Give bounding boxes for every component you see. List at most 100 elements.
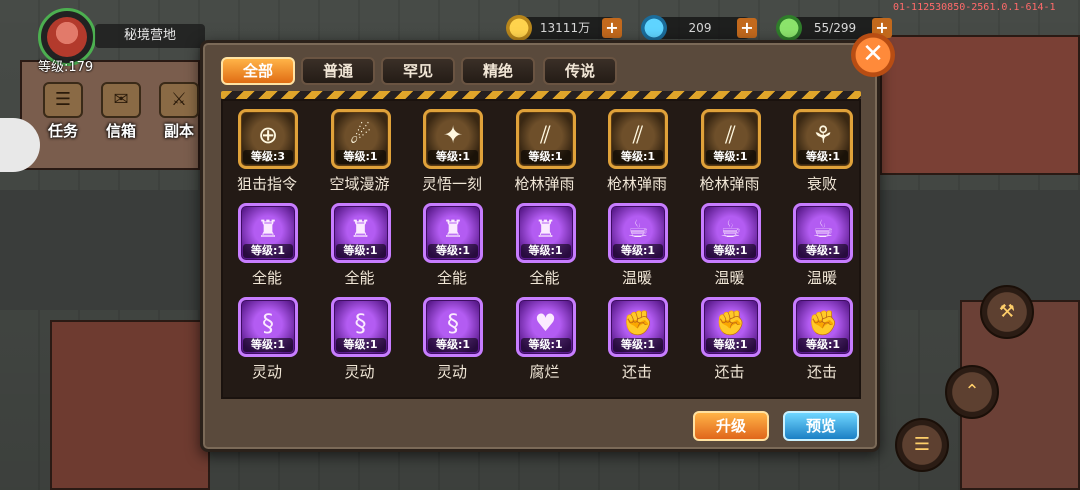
skill-cell[interactable]: ♜ 等级:1 全能 xyxy=(503,195,587,287)
skill-grid: ⊕ 等级:3 狙击指令 ☄ 等级:1 空域漫游 ✦ 等级:1 灵悟一刻 ⫽ 等级:1 枪林弹雨 ⫽ 等级:… xyxy=(221,99,861,399)
skill-cell[interactable]: ⫽ 等级:1 枪林弹雨 xyxy=(595,101,679,193)
chevron-up-icon: ⌃ xyxy=(964,381,980,402)
skill-cell[interactable]: ♜ 等级:1 全能 xyxy=(225,195,309,287)
skill-name: 灵动 xyxy=(251,363,282,381)
skill-icon-frame: ✊ 等级:1 xyxy=(793,297,853,357)
gold-counter: 13111万 + xyxy=(506,15,622,41)
skill-cell[interactable]: § 等级:1 灵动 xyxy=(318,289,402,381)
skill-cell[interactable]: ♜ 等级:1 全能 xyxy=(318,195,402,287)
skill-name: 温暖 xyxy=(806,269,837,287)
skill-cell[interactable]: ⊕ 等级:3 狙击指令 xyxy=(225,101,309,193)
building xyxy=(50,320,210,490)
skill-cell[interactable]: ♜ 等级:1 全能 xyxy=(410,195,494,287)
skill-cell[interactable]: ✊ 等级:1 还击 xyxy=(688,289,772,381)
skill-cell[interactable]: ☕ 等级:1 温暖 xyxy=(688,195,772,287)
skill-cell[interactable]: ♥ 等级:1 腐烂 xyxy=(503,289,587,381)
wind-swirl-icon: § xyxy=(447,309,459,337)
main-menu-button[interactable]: ☰ xyxy=(895,418,949,472)
skill-name: 枪林弹雨 xyxy=(606,175,667,193)
skill-level: 等级:1 xyxy=(613,150,663,164)
skill-cell[interactable]: ✊ 等级:1 还击 xyxy=(780,289,859,381)
task-button[interactable]: ☰ 任务 xyxy=(42,82,84,140)
skill-name: 灵动 xyxy=(344,363,375,381)
skill-name: 温暖 xyxy=(621,269,652,287)
skill-level: 等级:1 xyxy=(798,338,848,352)
star-burst-icon: ✦ xyxy=(442,121,464,149)
skill-icon-frame: § 等级:1 xyxy=(423,297,483,357)
preview-button[interactable]: 预览 xyxy=(783,411,859,441)
build-menu-button[interactable]: ⚒ xyxy=(980,285,1034,339)
skill-level: 等级:3 xyxy=(243,150,293,164)
add-gem-button[interactable]: + xyxy=(737,18,757,38)
skill-cell[interactable]: § 等级:1 灵动 xyxy=(410,289,494,381)
skill-name: 枪林弹雨 xyxy=(699,175,760,193)
building xyxy=(880,35,1080,175)
skill-name: 灵动 xyxy=(436,363,467,381)
withered-tree-icon: ⚘ xyxy=(812,121,834,149)
hammer-icon: ⚒ xyxy=(998,301,1016,322)
upgrade-button[interactable]: 升级 xyxy=(693,411,769,441)
energy-icon xyxy=(776,15,802,41)
skill-name: 灵悟一刻 xyxy=(421,175,482,193)
skill-level: 等级:1 xyxy=(243,338,293,352)
armor-icon: ♜ xyxy=(534,215,557,243)
skill-level: 等级:1 xyxy=(705,150,756,164)
hot-cup-icon: ☕ xyxy=(719,215,742,243)
close-button[interactable]: ✕ xyxy=(851,33,895,77)
skill-icon-frame: ☕ 等级:1 xyxy=(700,203,761,263)
skill-level: 等级:1 xyxy=(335,150,386,164)
skill-icon-frame: § 等级:1 xyxy=(330,297,391,357)
close-icon: ✕ xyxy=(862,39,884,69)
skill-icon-frame: ☕ 等级:1 xyxy=(793,203,853,263)
tab-legendary[interactable]: 传说 xyxy=(543,57,617,85)
player-level: 等级:179 xyxy=(38,60,94,75)
level-up-button[interactable]: ⌃ xyxy=(945,365,999,419)
skill-level: 等级:1 xyxy=(520,338,571,352)
hot-cup-icon: ☕ xyxy=(627,215,649,243)
armor-icon: ♜ xyxy=(442,215,464,243)
skill-level: 等级:1 xyxy=(520,244,571,258)
skill-icon-frame: ⫽ 等级:1 xyxy=(608,109,668,169)
mail-button[interactable]: ✉ 信箱 xyxy=(100,82,142,140)
task-label: 任务 xyxy=(47,122,78,140)
wind-swirl-icon: § xyxy=(262,309,274,337)
skill-cell[interactable]: ⫽ 等级:1 枪林弹雨 xyxy=(503,101,587,193)
skill-icon-frame: ♜ 等级:1 xyxy=(238,203,298,263)
skill-icon-frame: ♜ 等级:1 xyxy=(330,203,391,263)
skill-level: 等级:1 xyxy=(613,338,663,352)
avatar-portrait xyxy=(47,17,87,57)
skill-icon-frame: ✊ 等级:1 xyxy=(608,297,668,357)
dungeon-button[interactable]: ⚔ 副本 xyxy=(158,82,200,140)
location-label: 秘境营地 xyxy=(95,24,205,48)
skill-level: 等级:1 xyxy=(243,244,293,258)
skill-level: 等级:1 xyxy=(428,244,478,258)
skill-level: 等级:1 xyxy=(520,150,571,164)
skill-icon-frame: ⚘ 等级:1 xyxy=(793,109,853,169)
tab-common[interactable]: 普通 xyxy=(301,57,375,85)
skill-cell[interactable]: ⚘ 等级:1 衰败 xyxy=(780,101,859,193)
skill-level: 等级:1 xyxy=(798,244,848,258)
task-icon: ☰ xyxy=(43,82,83,118)
skill-icon-frame: ⫽ 等级:1 xyxy=(515,109,576,169)
gem-icon xyxy=(641,15,667,41)
skill-name: 全能 xyxy=(436,269,467,287)
skill-level: 等级:1 xyxy=(428,150,478,164)
mail-icon: ✉ xyxy=(101,82,141,118)
skill-cell[interactable]: § 等级:1 灵动 xyxy=(225,289,309,381)
skill-cell[interactable]: ☕ 等级:1 温暖 xyxy=(595,195,679,287)
punch-icon: ✊ xyxy=(715,309,746,337)
skill-cell[interactable]: ✦ 等级:1 灵悟一刻 xyxy=(410,101,494,193)
skill-cell[interactable]: ☕ 等级:1 温暖 xyxy=(780,195,859,287)
tab-epic[interactable]: 精绝 xyxy=(461,57,535,85)
menu-icon: ☰ xyxy=(913,434,931,455)
tab-all[interactable]: 全部 xyxy=(221,57,295,85)
tab-rare[interactable]: 罕见 xyxy=(381,57,455,85)
coin-icon xyxy=(506,15,532,41)
skill-cell[interactable]: ☄ 等级:1 空域漫游 xyxy=(318,101,402,193)
skill-cell[interactable]: ⫽ 等级:1 枪林弹雨 xyxy=(688,101,772,193)
skill-name: 全能 xyxy=(251,269,282,287)
skill-name: 全能 xyxy=(344,269,375,287)
skill-cell[interactable]: ✊ 等级:1 还击 xyxy=(595,289,679,381)
add-gold-button[interactable]: + xyxy=(602,18,622,38)
skill-name: 衰败 xyxy=(806,175,837,193)
